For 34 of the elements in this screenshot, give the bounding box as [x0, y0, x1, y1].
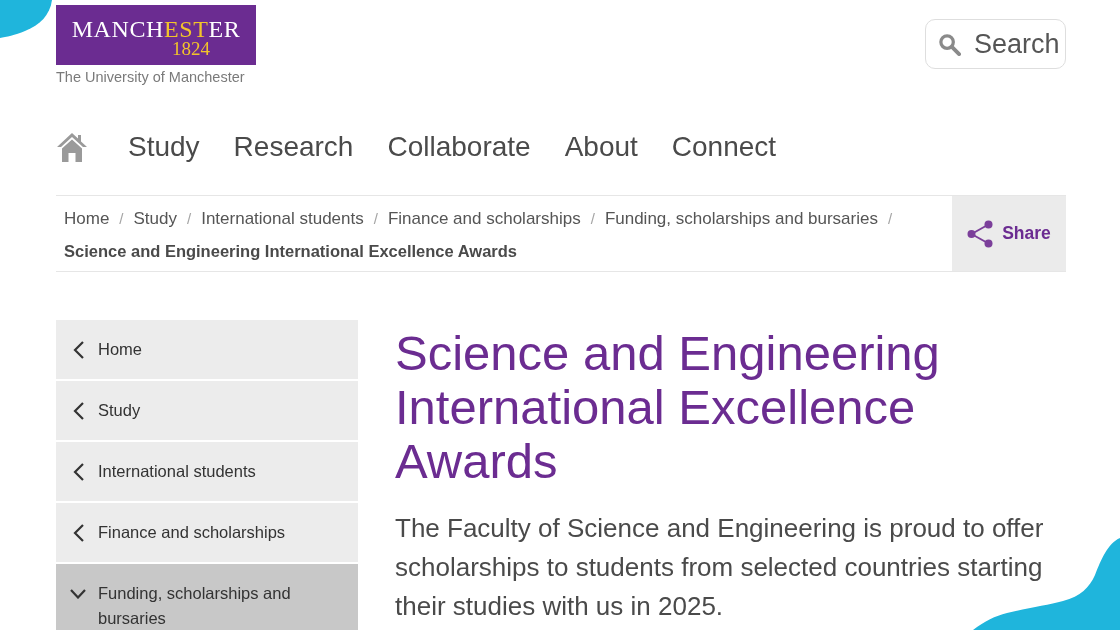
breadcrumb-separator: / [590, 210, 595, 227]
nav-link[interactable]: Study [128, 131, 200, 163]
nav-link[interactable]: Collaborate [387, 131, 531, 163]
breadcrumb-separator: / [119, 210, 124, 227]
breadcrumb-link[interactable]: Funding, scholarships and bursaries [604, 209, 878, 228]
breadcrumb-link[interactable]: International students [201, 209, 364, 228]
sidebar-nav-item[interactable]: International students [56, 442, 358, 501]
breadcrumb-separator: / [888, 210, 893, 227]
breadcrumb-separator: / [187, 210, 192, 227]
corner-wave-decoration [0, 0, 52, 38]
home-icon [56, 132, 88, 162]
nav-link[interactable]: Research [233, 131, 354, 163]
breadcrumb-link[interactable]: Home [64, 209, 110, 228]
sidebar-nav-item[interactable]: Funding, scholarships and bursaries [56, 564, 358, 630]
breadcrumb-separator: / [373, 210, 378, 227]
search-button[interactable]: Search [925, 19, 1066, 69]
logo-wordmark: MANCHESTER [71, 18, 241, 40]
logo-year: 1824 [172, 40, 210, 58]
sidebar-nav-item[interactable]: Study [56, 381, 358, 440]
breadcrumb-current-page: Science and Engineering International Excellence Awards [64, 241, 517, 262]
page-title: Science and Engineering International Excellence Awards [395, 326, 941, 488]
nav-link[interactable]: About [564, 131, 638, 163]
breadcrumb-link[interactable]: Finance and scholarships [387, 209, 581, 228]
share-button[interactable]: Share [952, 196, 1066, 271]
intro-paragraph: The Faculty of Science and Engineering is proud to offer scholarships to students from selected countries starting their studies with us in 2025. [395, 513, 1044, 621]
logo-caption: The University of Manchester [56, 69, 246, 86]
share-icon [967, 219, 994, 248]
home-link[interactable] [56, 132, 88, 162]
logo-badge[interactable]: MANCHESTER 1824 [56, 5, 256, 65]
nav-link[interactable]: Connect [671, 131, 777, 163]
sidebar-nav-item[interactable]: Finance and scholarships [56, 503, 358, 562]
breadcrumb-link[interactable]: Study [133, 209, 177, 228]
sidebar-nav-item[interactable]: Home [56, 320, 358, 379]
search-icon [938, 32, 961, 56]
